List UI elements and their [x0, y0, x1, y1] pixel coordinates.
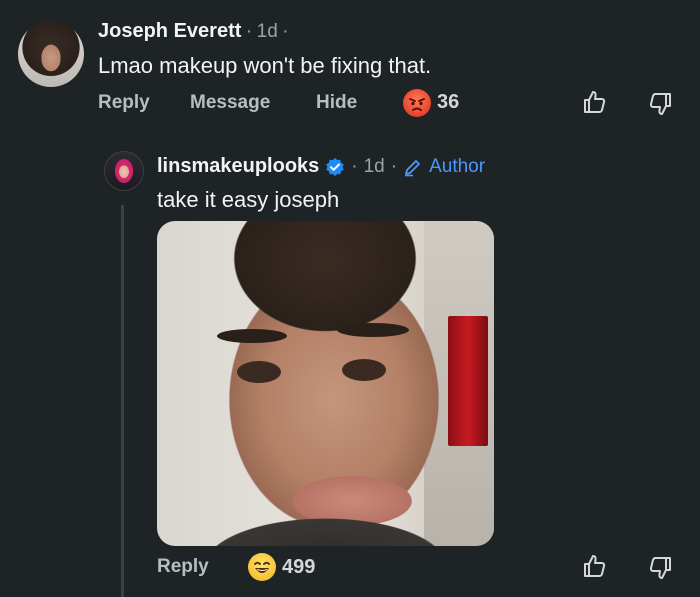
author-badge: Author — [429, 155, 486, 177]
reply-author-name[interactable]: linsmakeuplooks — [157, 155, 319, 178]
photo-right-brow — [337, 323, 409, 337]
thumbs-down-icon — [649, 557, 671, 579]
reply-reaction-button[interactable] — [248, 553, 276, 586]
reply-reply-button[interactable]: Reply — [157, 556, 209, 578]
dislike-button[interactable] — [648, 91, 674, 122]
avatar-joseph[interactable] — [18, 21, 84, 87]
hide-button[interactable]: Hide — [316, 92, 357, 114]
reply-time-separator: · — [351, 155, 358, 177]
reply-time-trail-separator: · — [390, 155, 398, 177]
photo-left-brow — [217, 329, 287, 343]
reply-timestamp: 1d — [363, 155, 385, 177]
reply-text: take it easy joseph — [157, 187, 340, 212]
time-trail-separator: · — [282, 21, 289, 42]
reply-attached-photo[interactable] — [157, 221, 494, 546]
comment-text: Lmao makeup won't be fixing that. — [98, 53, 432, 78]
thumbs-up-icon — [584, 555, 606, 577]
reply-button[interactable]: Reply — [98, 92, 150, 114]
verified-badge-icon — [326, 157, 344, 176]
comment-timestamp: 1d — [256, 21, 278, 42]
avatar-linsmakeuplooks[interactable] — [104, 151, 144, 191]
reply-header: linsmakeuplooks · 1d · Author — [157, 155, 485, 178]
reaction-button[interactable] — [403, 89, 431, 122]
reaction-count: 36 — [437, 91, 460, 113]
reply-like-button[interactable] — [581, 553, 607, 584]
reply-reaction-count: 499 — [282, 556, 316, 578]
time-separator: · — [245, 21, 253, 42]
pencil-icon — [405, 159, 420, 176]
laughing-face-emoji-icon — [248, 553, 276, 581]
comment-author-name[interactable]: Joseph Everett — [98, 20, 241, 42]
photo-right-eye — [342, 359, 386, 381]
thumbs-up-icon — [584, 91, 606, 113]
reply-dislike-button[interactable] — [648, 555, 674, 586]
angry-face-emoji-icon — [403, 89, 431, 117]
comment-header: Joseph Everett · 1d · — [98, 20, 289, 43]
like-button[interactable] — [581, 89, 607, 120]
thumbs-down-icon — [649, 93, 671, 115]
photo-shirt — [157, 471, 494, 546]
message-button[interactable]: Message — [190, 92, 270, 114]
photo-hair — [175, 221, 475, 371]
thread-line — [121, 205, 124, 597]
photo-left-eye — [237, 361, 281, 383]
